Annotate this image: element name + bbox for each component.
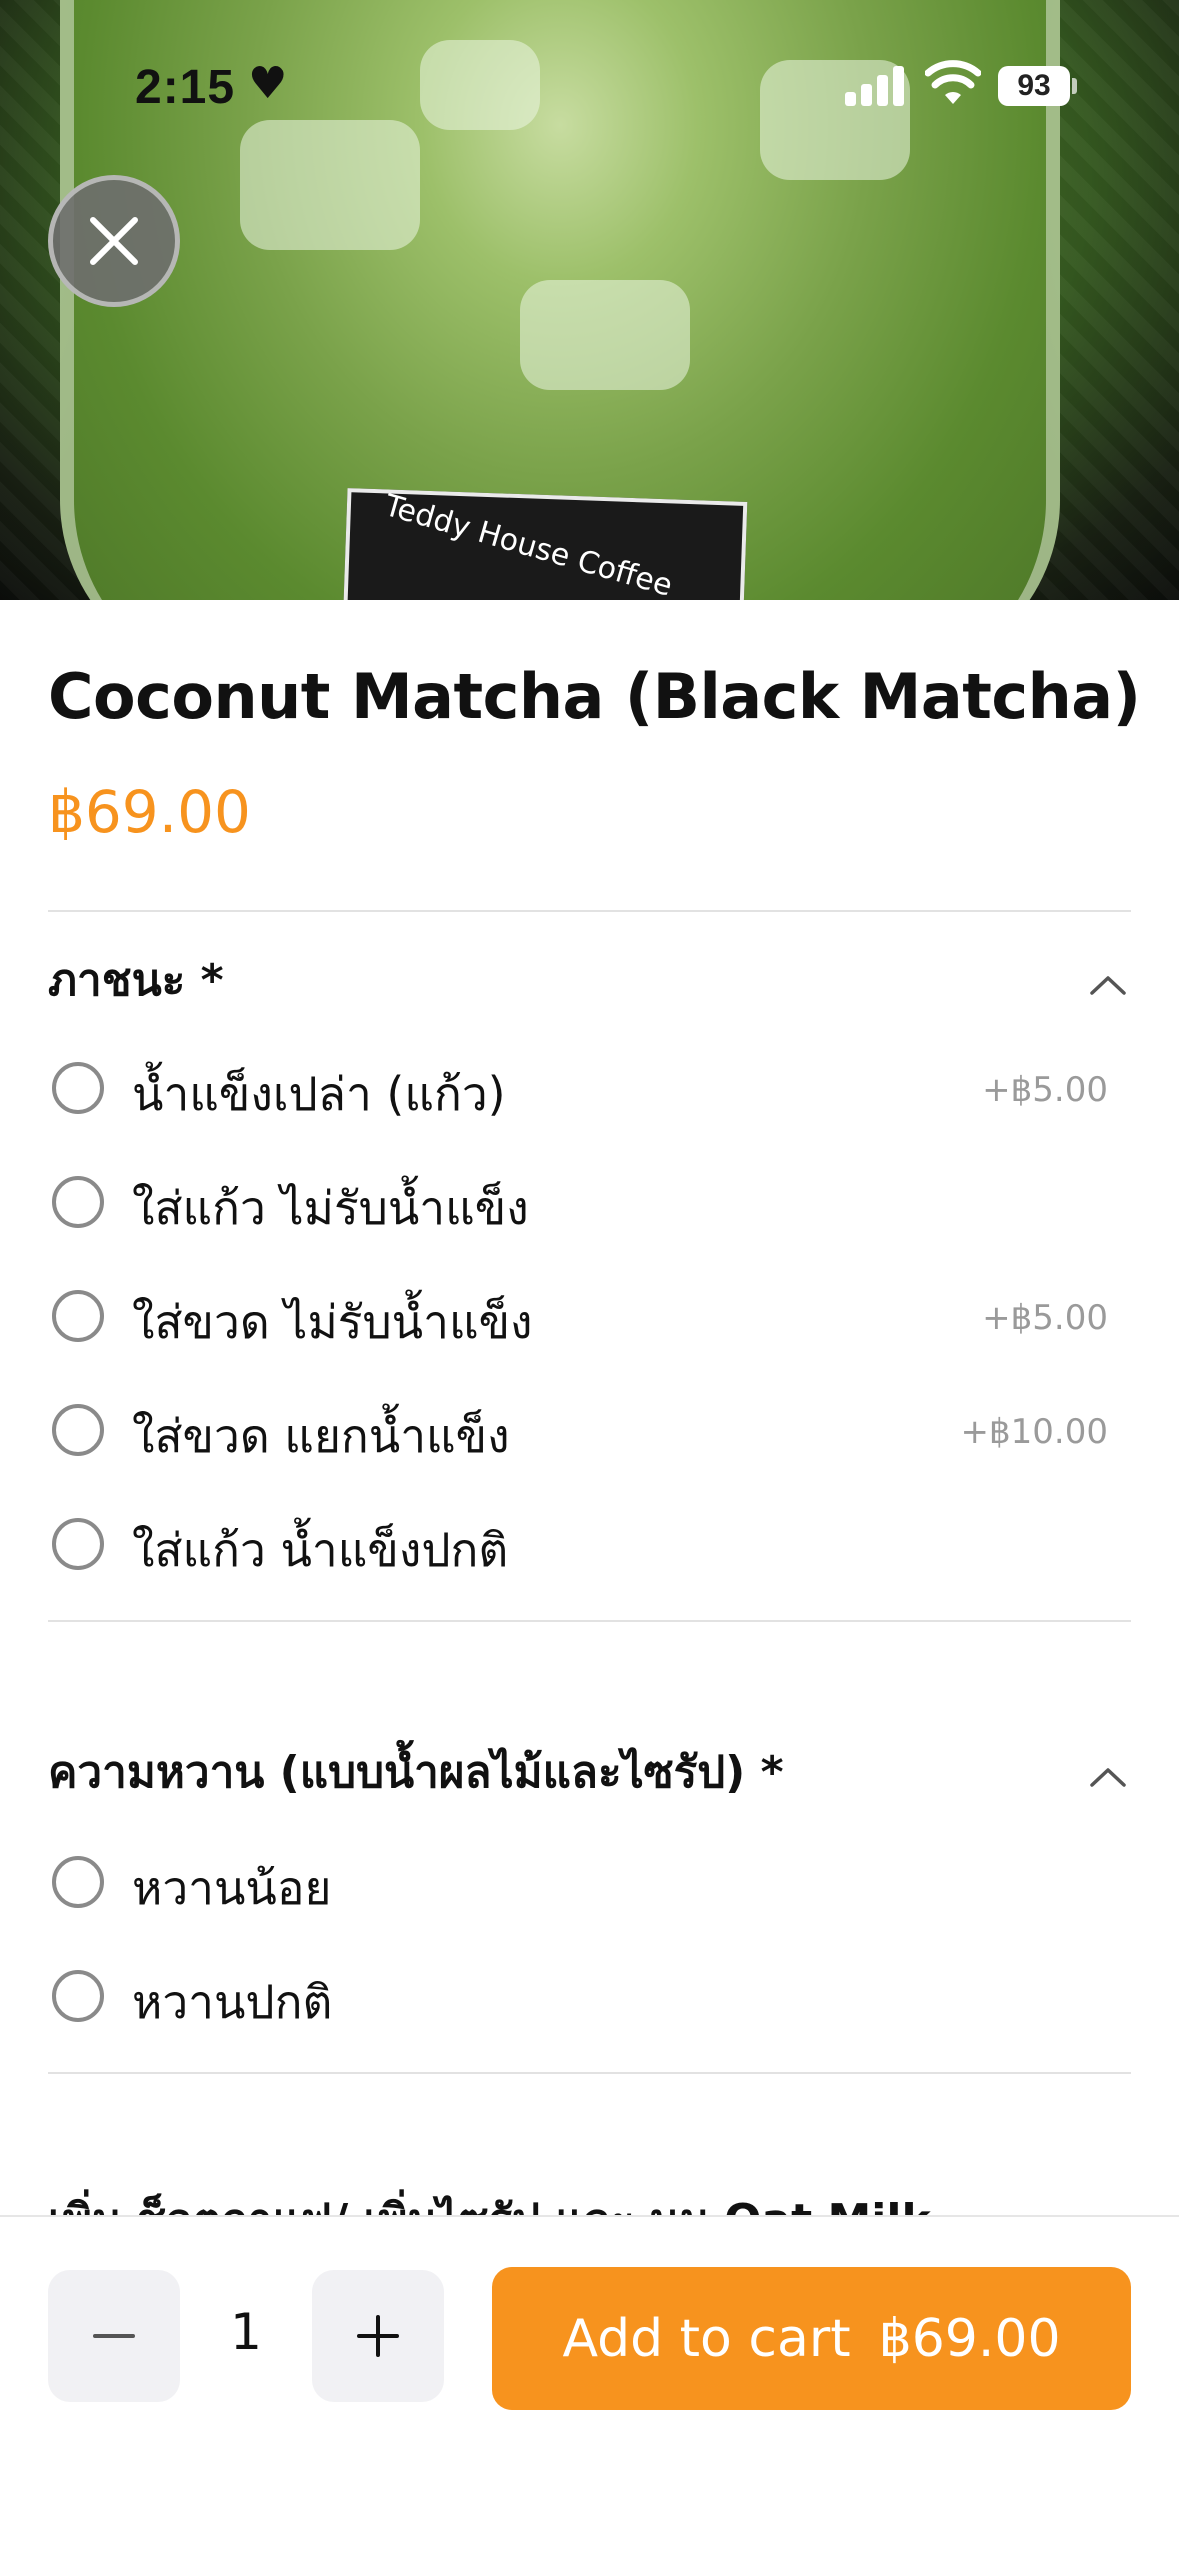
- divider: [48, 2072, 1131, 2074]
- product-price: ฿69.00: [48, 778, 251, 846]
- option-container-4[interactable]: ใส่แก้ว น้ำแข็งปกติ: [48, 1504, 1108, 1584]
- cup-logo-label: Teddy House Coffee: [342, 488, 748, 600]
- option-container-2[interactable]: ใส่ขวด ไม่รับน้ำแข็ง +฿5.00: [48, 1276, 1108, 1356]
- radio-button[interactable]: [52, 1404, 104, 1456]
- minus-icon: [93, 2334, 135, 2338]
- option-label: หวานน้อย: [132, 1861, 332, 1915]
- wifi-icon: [925, 60, 981, 104]
- section-title-sweetness: ความหวาน (แบบน้ำผลไม้และไซรัป) *: [48, 1747, 784, 1798]
- option-label: ใส่แก้ว น้ำแข็งปกติ: [132, 1523, 509, 1577]
- option-container-3[interactable]: ใส่ขวด แยกน้ำแข็ง +฿10.00: [48, 1390, 1108, 1470]
- increase-quantity-button[interactable]: [312, 2270, 444, 2402]
- option-extra-price: +฿5.00: [982, 1070, 1108, 1110]
- add-to-cart-button[interactable]: Add to cart ฿69.00: [492, 2267, 1131, 2410]
- option-label: หวานปกติ: [132, 1975, 333, 2029]
- option-label: ใส่แก้ว ไม่รับน้ำแข็ง: [132, 1181, 529, 1235]
- add-to-cart-bar: 1 Add to cart ฿69.00: [0, 2215, 1179, 2556]
- close-button[interactable]: [48, 175, 180, 307]
- heart-icon: ♥: [248, 58, 288, 109]
- radio-button[interactable]: [52, 1970, 104, 2022]
- chevron-up-icon[interactable]: [1088, 1765, 1128, 1789]
- divider: [48, 910, 1131, 912]
- cup-logo-text: Teddy House Coffee: [380, 488, 677, 600]
- battery-icon: 93: [998, 66, 1070, 106]
- add-to-cart-price: ฿69.00: [878, 2308, 1061, 2369]
- option-sweetness-0[interactable]: หวานน้อย: [48, 1842, 1108, 1922]
- product-title: Coconut Matcha (Black Matcha): [48, 660, 1141, 733]
- radio-button[interactable]: [52, 1856, 104, 1908]
- radio-button[interactable]: [52, 1290, 104, 1342]
- status-time: 2:15: [135, 61, 236, 114]
- chevron-up-icon[interactable]: [1088, 973, 1128, 997]
- option-extra-price: +฿5.00: [982, 1298, 1108, 1338]
- product-details: Coconut Matcha (Black Matcha) ฿69.00 ภาช…: [0, 600, 1179, 2220]
- divider: [48, 1620, 1131, 1622]
- close-icon: [90, 217, 138, 265]
- plus-icon: [357, 2315, 399, 2357]
- decrease-quantity-button[interactable]: [48, 2270, 180, 2402]
- section-title-container: ภาชนะ *: [48, 955, 224, 1006]
- signal-icon: [845, 64, 905, 106]
- option-container-0[interactable]: น้ำแข็งเปล่า (แก้ว) +฿5.00: [48, 1048, 1108, 1128]
- quantity-value: 1: [230, 2303, 262, 2361]
- option-container-1[interactable]: ใส่แก้ว ไม่รับน้ำแข็ง: [48, 1162, 1108, 1242]
- status-bar: 2:15 ♥ 93: [0, 0, 1179, 175]
- option-sweetness-1[interactable]: หวานปกติ: [48, 1956, 1108, 2036]
- radio-button[interactable]: [52, 1062, 104, 1114]
- radio-button[interactable]: [52, 1176, 104, 1228]
- add-to-cart-label: Add to cart: [562, 2308, 851, 2369]
- option-label: น้ำแข็งเปล่า (แก้ว): [132, 1067, 506, 1121]
- radio-button[interactable]: [52, 1518, 104, 1570]
- option-label: ใส่ขวด แยกน้ำแข็ง: [132, 1409, 510, 1463]
- option-label: ใส่ขวด ไม่รับน้ำแข็ง: [132, 1295, 533, 1349]
- option-extra-price: +฿10.00: [960, 1412, 1108, 1452]
